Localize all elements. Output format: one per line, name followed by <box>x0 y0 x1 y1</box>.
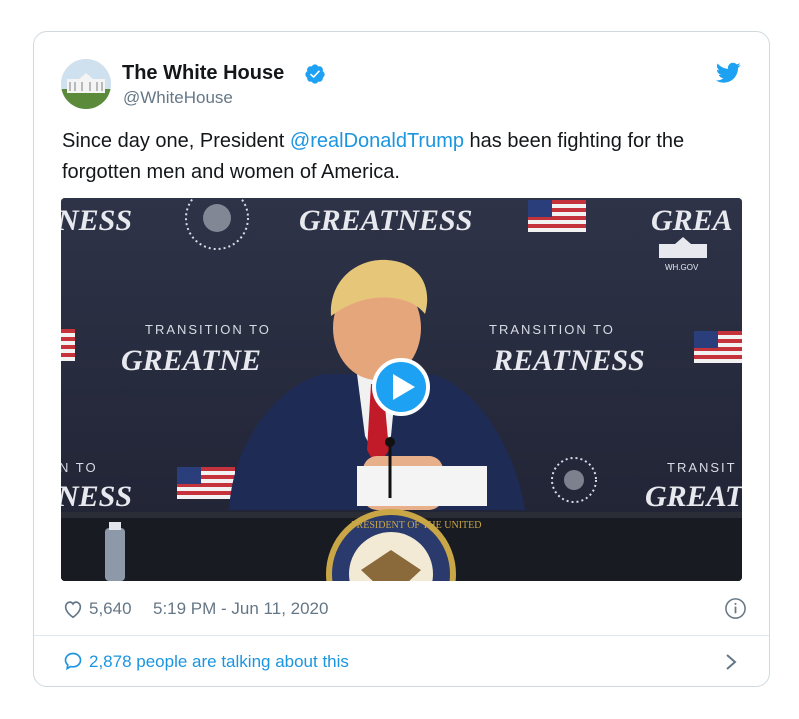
tweet-text: Since day one, President @realDonaldTrum… <box>62 126 752 188</box>
flag <box>177 467 235 499</box>
flag <box>61 329 75 361</box>
handle[interactable]: @WhiteHouse <box>123 88 233 108</box>
svg-text:WH.GOV: WH.GOV <box>665 263 699 272</box>
play-icon[interactable] <box>372 358 430 416</box>
chevron-right-icon <box>726 654 737 670</box>
backdrop-word: TRANSITION TO <box>145 322 271 337</box>
display-name[interactable]: The White House <box>122 62 284 85</box>
tweet-card[interactable]: The White House @WhiteHouse Since day on… <box>33 31 770 687</box>
heart-icon[interactable] <box>62 598 84 620</box>
water-bottle <box>105 522 125 581</box>
tweet-text-before: Since day one, President <box>62 130 290 152</box>
avatar[interactable] <box>61 59 111 109</box>
backdrop-word: GREAT <box>645 480 742 513</box>
tweet-meta: 5,640 5:19 PM - Jun 11, 2020 <box>62 597 747 621</box>
backdrop-word: GREA <box>651 204 733 237</box>
conversation-text: 2,878 people are talking about this <box>89 652 349 671</box>
timestamp[interactable]: 5:19 PM - Jun 11, 2020 <box>153 599 328 619</box>
conversation-link[interactable]: 2,878 people are talking about this <box>34 636 769 686</box>
like-count[interactable]: 5,640 <box>89 599 132 619</box>
tweet-header: The White House @WhiteHouse <box>34 32 769 122</box>
backdrop-word: TRANSIT <box>667 460 737 475</box>
backdrop-word: NESS <box>61 480 132 513</box>
video-player[interactable]: NESS GREATNESS GREA TRANSITION TO GREATN… <box>61 198 742 581</box>
backdrop-word: N TO <box>61 460 98 475</box>
twitter-bird-icon[interactable] <box>716 62 741 84</box>
backdrop-word: TRANSITION TO <box>489 322 615 337</box>
backdrop-word: REATNESS <box>492 344 645 377</box>
backdrop-word: NESS <box>61 204 132 237</box>
svg-text:PRESIDENT OF THE UNITED: PRESIDENT OF THE UNITED <box>351 520 481 531</box>
info-icon[interactable] <box>724 597 747 620</box>
flag <box>528 200 586 232</box>
backdrop-word: GREATNE <box>121 344 261 377</box>
flag <box>694 331 742 363</box>
mention-link[interactable]: @realDonaldTrump <box>290 130 464 152</box>
verified-badge-icon <box>305 64 325 84</box>
backdrop-word: GREATNESS <box>299 204 472 237</box>
speech-bubble-icon <box>64 652 82 671</box>
